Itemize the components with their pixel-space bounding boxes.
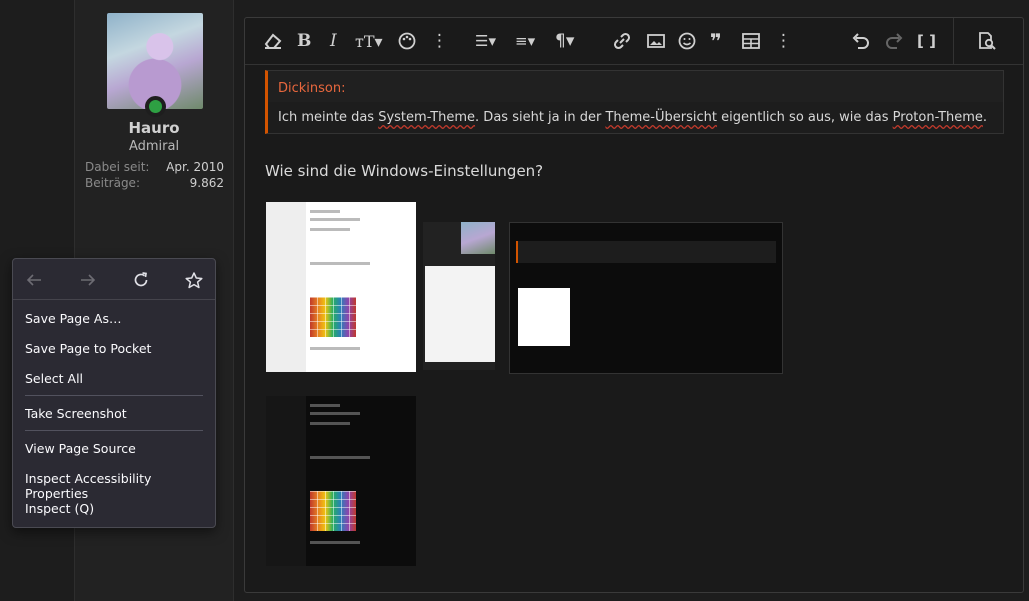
menu-item-view-page-source[interactable]: View Page Source <box>25 441 136 456</box>
undo-icon[interactable] <box>851 30 871 52</box>
quote-text-part: Ich meinte das <box>278 110 379 125</box>
thumbnail-line <box>310 404 340 407</box>
thumbnail-color-grid <box>310 491 356 531</box>
menu-item-inspect[interactable]: Inspect (Q) <box>25 501 94 516</box>
thumbnail-line <box>310 412 360 415</box>
more-icon[interactable]: ⋮ <box>775 30 792 52</box>
forward-arrow-icon[interactable] <box>77 270 99 290</box>
stat-label: Beiträge: <box>85 176 140 190</box>
thumbnail-sidebar <box>266 202 306 372</box>
stat-posts: Beiträge: 9.862 <box>85 176 224 190</box>
attachment-thumbnail-menu[interactable] <box>423 222 495 370</box>
quote-text-part: . Das sieht ja in der <box>475 110 606 125</box>
menu-item-select-all[interactable]: Select All <box>25 371 83 386</box>
quote-text: Ich meinte das System-Theme. Das sieht j… <box>278 110 987 125</box>
post-text: Wie sind die Windows-Einstellungen? <box>265 162 544 180</box>
align-icon[interactable]: ≡▾ <box>515 30 535 52</box>
redo-icon[interactable] <box>884 30 904 52</box>
thumbnail-line <box>310 541 360 544</box>
smiley-icon[interactable] <box>678 30 696 52</box>
quote-text-part: . <box>982 110 988 125</box>
quote-text-part: eigentlich so aus, wie das <box>716 110 893 125</box>
stat-label: Dabei seit: <box>85 160 150 174</box>
menu-item-take-screenshot[interactable]: Take Screenshot <box>25 406 127 421</box>
quote-text-part: System-Theme <box>378 110 476 125</box>
username[interactable]: Hauro <box>75 119 233 137</box>
eraser-icon[interactable] <box>263 30 283 52</box>
palette-icon[interactable] <box>398 30 416 52</box>
thumbnail-line <box>310 228 350 231</box>
bookmark-star-icon[interactable] <box>183 270 205 290</box>
paragraph-icon[interactable]: ¶▾ <box>555 30 574 52</box>
menu-separator <box>25 395 203 396</box>
text-size-icon[interactable]: тT▾ <box>355 30 383 52</box>
attachment-thumbnail-light[interactable] <box>266 202 416 372</box>
stat-value: Apr. 2010 <box>166 160 224 174</box>
list-icon[interactable]: ☰▾ <box>475 30 496 52</box>
quote-author[interactable]: Dickinson: <box>278 81 346 96</box>
quote-text-part: Proton-Theme <box>892 110 983 125</box>
thumbnail-line <box>310 218 360 221</box>
link-icon[interactable] <box>613 30 631 52</box>
user-avatar[interactable] <box>107 13 203 109</box>
table-icon[interactable] <box>742 30 760 52</box>
thumbnail-line <box>310 456 370 459</box>
quote-text-part: Theme-Übersicht <box>605 110 717 125</box>
menu-item-save-to-pocket[interactable]: Save Page to Pocket <box>25 341 151 356</box>
back-arrow-icon[interactable] <box>23 270 45 290</box>
context-menu: Save Page As… Save Page to Pocket Select… <box>12 258 216 528</box>
quote-block: Dickinson: Ich meinte das System-Theme. … <box>265 70 1004 134</box>
stat-value[interactable]: 9.862 <box>190 176 224 190</box>
online-status-icon <box>145 96 166 117</box>
attachment-thumbnail-dark[interactable] <box>266 396 416 566</box>
editor-toolbar: B I тT▾ ⋮ ☰▾ ≡▾ ¶▾ ❞ ⋮ [ ] <box>245 18 1023 65</box>
thumbnail-color-grid <box>310 297 356 337</box>
thumbnail-sidebar <box>266 396 306 566</box>
attachment-thumbnail-editor[interactable] <box>509 222 783 374</box>
context-menu-nav <box>13 259 215 300</box>
bbcode-icon[interactable]: [ ] <box>917 30 936 52</box>
toolbar-divider <box>953 18 954 64</box>
thumbnail-line <box>310 262 370 265</box>
stat-joined: Dabei seit: Apr. 2010 <box>85 160 224 174</box>
more-icon[interactable]: ⋮ <box>431 30 448 52</box>
quote-header <box>268 71 1003 102</box>
thumbnail-line <box>310 210 340 213</box>
quote-icon[interactable]: ❞ <box>710 29 722 53</box>
thumbnail-avatar <box>461 222 495 254</box>
thumbnail-line <box>310 422 350 425</box>
reload-icon[interactable] <box>130 270 152 290</box>
image-icon[interactable] <box>647 30 665 52</box>
menu-separator <box>25 430 203 431</box>
menu-item-inspect-accessibility[interactable]: Inspect Accessibility Properties <box>25 471 215 501</box>
user-title: Admiral <box>128 139 180 154</box>
thumbnail-menu <box>425 266 495 362</box>
bold-icon[interactable]: B <box>297 30 311 52</box>
post-editor[interactable]: B I тT▾ ⋮ ☰▾ ≡▾ ¶▾ ❞ ⋮ [ ] Dickinson: Ic… <box>244 17 1024 593</box>
menu-item-save-page-as[interactable]: Save Page As… <box>25 311 121 326</box>
preview-icon[interactable] <box>977 30 997 52</box>
italic-icon[interactable]: I <box>330 30 337 52</box>
thumbnail-quote <box>516 241 776 263</box>
thumbnail-nested <box>518 288 570 346</box>
thumbnail-line <box>310 347 360 350</box>
